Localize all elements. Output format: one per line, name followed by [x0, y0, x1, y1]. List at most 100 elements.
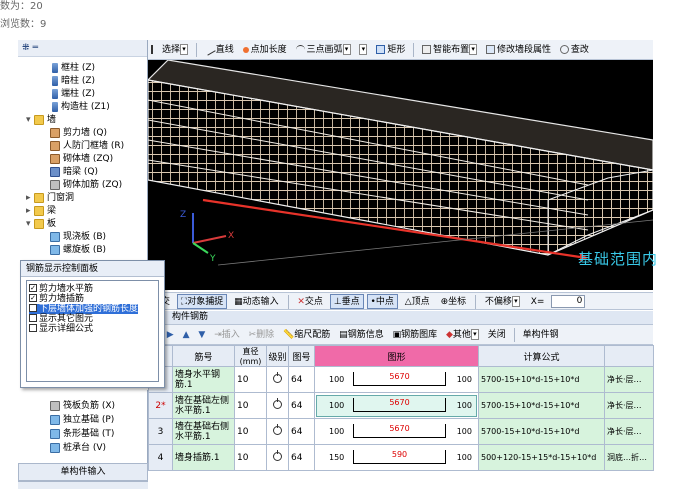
chevron-down-icon[interactable]: ▾ — [511, 296, 520, 307]
tree-item[interactable]: 独立基础 (P) — [50, 414, 114, 426]
rebar-library-button[interactable]: ▣钢筋图库 — [390, 326, 441, 344]
expand-icon[interactable]: ▸ — [26, 192, 34, 204]
description-cell[interactable]: 净长·层… — [604, 366, 654, 393]
table-row[interactable]: 1墙身水平钢筋.1106410056701005700-15+10*d-15+1… — [148, 366, 654, 393]
tree-item[interactable]: 剪力墙 (Q) — [50, 127, 107, 139]
display-option[interactable]: ✓ 剪力墙水平筋 — [29, 283, 93, 294]
row-number[interactable]: 3 — [148, 418, 173, 445]
description-cell[interactable]: 净长·层… — [604, 392, 654, 419]
three-point-arc-button[interactable]: 三点画弧 ▾ — [293, 41, 354, 59]
description-cell[interactable]: 洞底…折… — [604, 444, 654, 471]
diameter-cell[interactable]: 10 — [234, 418, 267, 445]
expand-icon[interactable]: ▸ — [26, 205, 34, 217]
diameter-cell[interactable]: 10 — [234, 392, 267, 419]
point-length-button[interactable]: 点加长度 — [240, 41, 290, 59]
rebar-name[interactable]: 墙身插筋.1 — [172, 444, 235, 471]
coordinate-snap[interactable]: ⊕坐标 — [437, 294, 471, 309]
perpendicular-snap[interactable]: ⊥垂点 — [329, 294, 364, 309]
nav-next-button[interactable]: ▶ — [164, 326, 177, 344]
diameter-cell[interactable]: 10 — [234, 444, 267, 471]
figure-number-cell[interactable]: 64 — [288, 392, 315, 419]
move-down-button[interactable]: ▼ — [195, 326, 208, 344]
row-number[interactable]: 2* — [148, 392, 173, 419]
chevron-down-icon[interactable]: ▾ — [180, 44, 189, 55]
intersection-snap[interactable]: ✕交点 — [293, 294, 327, 309]
object-snap-toggle[interactable]: ⛶对象捕捉 — [176, 294, 228, 309]
tree-item[interactable]: 框柱 (Z) — [50, 62, 95, 74]
tree-item[interactable]: 现浇板 (B) — [50, 231, 106, 243]
rebar-name[interactable]: 墙身水平钢筋.1 — [172, 366, 235, 393]
description-cell[interactable]: 净长·层… — [604, 418, 654, 445]
offset-select[interactable]: 不偏移 ▾ — [481, 294, 524, 309]
dynamic-input-toggle[interactable]: ▦动态输入 — [230, 294, 283, 309]
checkbox[interactable]: ✓ — [29, 303, 37, 312]
checkbox[interactable]: ✓ — [29, 283, 37, 292]
x-coordinate-input[interactable]: 0 — [551, 295, 586, 308]
tree-item[interactable]: 人防门框墙 (R) — [50, 140, 124, 152]
tree-item[interactable]: 砌体墙 (ZQ) — [50, 153, 113, 165]
tree-item[interactable]: ▾ 墙 — [26, 114, 56, 126]
query-button[interactable]: 查改 — [557, 41, 592, 59]
formula-cell[interactable]: 5700-15+10*d-15+10*d — [478, 366, 605, 393]
shape-cell[interactable]: 100 5670 100 — [314, 366, 479, 393]
figure-number-cell[interactable]: 64 — [288, 444, 315, 471]
checkbox[interactable] — [29, 313, 37, 322]
tree-item[interactable]: ▾ 板 — [26, 218, 56, 230]
checkbox[interactable]: ✓ — [29, 293, 37, 302]
figure-number-cell[interactable]: 64 — [288, 366, 315, 393]
formula-cell[interactable]: 500+120-15+15*d-15+10*d — [478, 444, 605, 471]
tree-item[interactable]: 暗柱 (Z) — [50, 75, 95, 87]
midpoint-snap[interactable]: •中点 — [366, 294, 398, 309]
close-button[interactable]: 关闭 — [485, 326, 509, 344]
arc-dropdown[interactable]: ▾ — [356, 41, 370, 59]
table-row[interactable]: 2* 墙在基础左侧水平筋.1 10 64 100 5670 100 5700-15+10*d-… — [148, 392, 654, 419]
shape-cell[interactable]: 100 5670 100 — [314, 392, 479, 419]
line-button[interactable]: 直线 — [202, 41, 237, 59]
grade-cell[interactable] — [266, 366, 289, 393]
collapse-icon[interactable]: ▾ — [26, 114, 34, 126]
unit-input-button[interactable]: 单构件输入 — [18, 463, 148, 481]
checkbox[interactable] — [29, 323, 37, 332]
tree-item[interactable]: 构造柱 (Z1) — [50, 101, 110, 113]
smart-layout-button[interactable]: 智能布置 ▾ — [419, 41, 480, 59]
display-option[interactable]: 显示其它图元 — [29, 313, 93, 324]
other-button[interactable]: ◆其他 ▾ — [443, 326, 482, 344]
formula-cell[interactable]: 5700-15+10*d-15+10*d — [478, 392, 605, 419]
figure-number-cell[interactable]: 64 — [288, 418, 315, 445]
tree-expand-collapse-icon[interactable]: ⁜ ═ — [22, 43, 38, 53]
scale-rebar-button[interactable]: 📏缩尺配筋 — [280, 326, 333, 344]
diameter-cell[interactable]: 10 — [234, 366, 267, 393]
chevron-down-icon[interactable]: ▾ — [470, 329, 479, 340]
tree-item[interactable]: 桩承台 (V) — [50, 442, 106, 454]
tree-item[interactable]: 螺旋板 (B) — [50, 244, 106, 256]
tree-item[interactable]: 暗梁 (Q) — [50, 166, 98, 178]
rebar-name[interactable]: 墙在基础右侧水平筋.1 — [172, 418, 235, 445]
display-option[interactable]: ✓ 剪力墙插筋 — [29, 293, 84, 304]
grade-cell[interactable] — [266, 392, 289, 419]
modify-segment-button[interactable]: 修改墙段属性 — [483, 41, 554, 59]
unit-rebar-button[interactable]: 单构件钢 — [520, 326, 562, 344]
rebar-name[interactable]: 墙在基础左侧水平筋.1 — [172, 392, 235, 419]
vertex-snap[interactable]: △顶点 — [401, 294, 434, 309]
grade-cell[interactable] — [266, 418, 289, 445]
table-row[interactable]: 3 墙在基础右侧水平筋.1 10 64 100 5670 100 5700-15+10*d-1… — [148, 418, 654, 445]
rebar-info-button[interactable]: ▤钢筋信息 — [336, 326, 387, 344]
shape-cell[interactable]: 150 590 100 — [314, 444, 479, 471]
formula-cell[interactable]: 5700-15+10*d-15+10*d — [478, 418, 605, 445]
row-number[interactable]: 4 — [148, 444, 173, 471]
tree-item[interactable]: ▸ 梁 — [26, 205, 56, 217]
rect-button[interactable]: 矩形 — [373, 41, 408, 59]
collapse-icon[interactable]: ▾ — [26, 218, 34, 230]
tree-item[interactable]: 端柱 (Z) — [50, 88, 95, 100]
grade-cell[interactable] — [266, 444, 289, 471]
chevron-down-icon[interactable]: ▾ — [469, 44, 478, 55]
tree-item[interactable]: 筏板负筋 (X) — [50, 400, 115, 412]
select-button[interactable]: 选择 ▾ — [148, 41, 191, 59]
display-option[interactable]: ✓ 下层墙体加强的钢筋长度 — [29, 303, 139, 314]
tree-item[interactable]: ▸ 门窗洞 — [26, 192, 74, 204]
tree-item[interactable]: 砌体加筋 (ZQ) — [50, 179, 122, 191]
table-row[interactable]: 4 墙身插筋.1 10 64 150 590 100 500+120-15+15*d-15+1… — [148, 444, 654, 471]
delete-button[interactable]: ✂删除 — [246, 326, 278, 344]
display-option[interactable]: 显示详细公式 — [29, 323, 93, 334]
chevron-down-icon[interactable]: ▾ — [342, 44, 351, 55]
